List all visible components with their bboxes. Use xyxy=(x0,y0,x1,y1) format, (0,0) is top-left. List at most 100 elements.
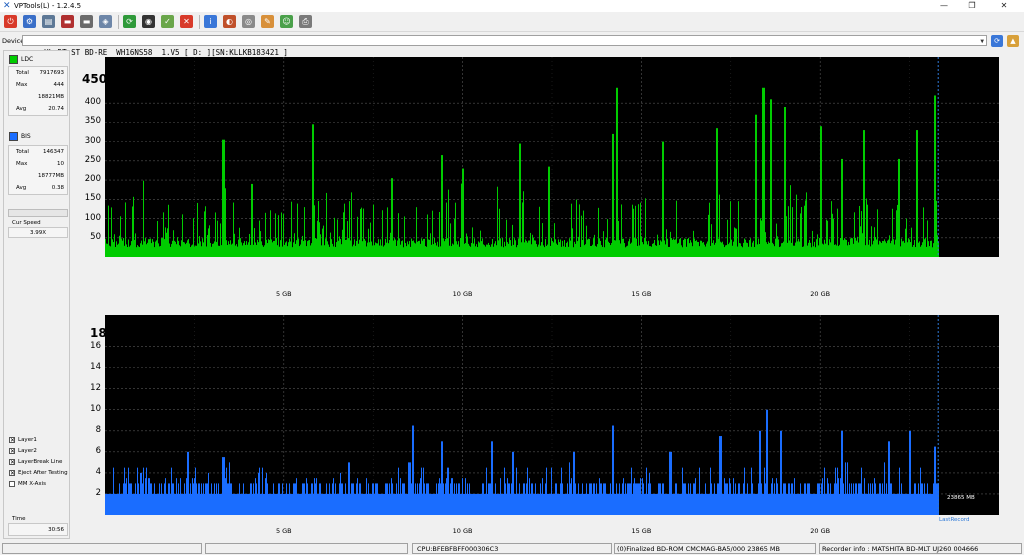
data-bar xyxy=(312,124,313,257)
lock-icon[interactable]: ▲ xyxy=(1007,35,1019,47)
x-tick-label: 15 GB xyxy=(631,527,652,535)
stop-icon[interactable]: ✕ xyxy=(180,15,193,28)
y-tick-label: 150 xyxy=(84,193,101,204)
data-bar xyxy=(898,158,899,257)
minimize-icon[interactable]: — xyxy=(930,0,958,12)
ldc-size: 18821MB xyxy=(37,94,64,100)
data-bar xyxy=(784,107,785,257)
option-layer2[interactable]: ✕ Layer2 xyxy=(9,446,37,457)
data-bar xyxy=(790,185,791,257)
y-tick-label: 350 xyxy=(84,116,101,127)
data-bar xyxy=(222,139,223,257)
bis-size: 18777MB xyxy=(37,173,64,179)
y-tick-label: 100 xyxy=(84,212,101,223)
data-bar xyxy=(764,87,765,257)
speed-value: 3.99X xyxy=(8,227,68,238)
ldc-color-swatch xyxy=(9,55,18,64)
bis-max-label: Max xyxy=(16,161,28,167)
y-tick-label: 14 xyxy=(90,361,101,372)
bis-total-label: Total xyxy=(16,149,29,155)
option-label: Eject After Testing xyxy=(18,470,68,476)
ldc-avg: 20.74 xyxy=(48,106,64,112)
toolbar-separator xyxy=(199,15,200,29)
chevron-down-icon[interactable]: ▼ xyxy=(980,36,984,47)
refresh-device-icon[interactable]: ⟳ xyxy=(991,35,1003,47)
data-bar xyxy=(899,158,900,257)
checkbox[interactable] xyxy=(9,480,15,487)
data-bar xyxy=(519,143,520,257)
bis-max: 10 xyxy=(57,161,64,167)
left-panel: LDC Total 7917693 Max 444 18821MB Avg 20.74… xyxy=(3,50,70,539)
checkbox[interactable]: ✕ xyxy=(9,447,15,454)
toolbar-separator xyxy=(118,15,119,29)
option-mm-x-axis[interactable]: MM X-Axis xyxy=(9,479,46,490)
last-record-label: LastRecord xyxy=(939,517,970,523)
time-value: 30:56 xyxy=(8,523,68,536)
data-bar xyxy=(771,99,772,257)
bis-total: 146347 xyxy=(43,149,64,155)
app-icon: ✕ xyxy=(3,1,11,11)
check-icon[interactable]: ✓ xyxy=(161,15,174,28)
refresh-icon[interactable]: ⟳ xyxy=(123,15,136,28)
checkbox[interactable]: ✕ xyxy=(9,469,15,476)
data-bar xyxy=(225,188,226,257)
power-icon[interactable]: ⏻ xyxy=(4,15,17,28)
data-bar xyxy=(763,87,764,257)
scan-icon[interactable]: ◈ xyxy=(99,15,112,28)
option-eject-after-testing[interactable]: ✕ Eject After Testing xyxy=(9,468,68,479)
data-bar xyxy=(820,126,821,257)
data-bar xyxy=(756,114,757,257)
time-label: Time xyxy=(12,516,26,522)
drive-icon[interactable]: ▬ xyxy=(80,15,93,28)
data-bar xyxy=(755,114,756,257)
burn-icon[interactable]: ◐ xyxy=(223,15,236,28)
data-bar xyxy=(916,130,917,257)
ldc-total-label: Total xyxy=(16,70,29,76)
status-bar: CPU:BFEBFBFF000306C3 (0)Finalized BD-ROM… xyxy=(0,541,1024,555)
checkbox[interactable]: ✕ xyxy=(9,458,15,465)
settings-icon[interactable]: ⚙ xyxy=(23,15,36,28)
data-bar xyxy=(548,166,549,257)
maximize-icon[interactable]: ❐ xyxy=(958,0,986,12)
y-tick-label: 4 xyxy=(95,466,101,477)
speed-label: Cur Speed xyxy=(12,220,41,226)
status-cell-1 xyxy=(2,543,202,554)
disc-icon[interactable]: ◉ xyxy=(142,15,155,28)
device-select[interactable]: HL-DT-ST BD-RE WH16NS58 1.V5 [ D: ][SN:K… xyxy=(22,35,987,57)
y-tick-label: 16 xyxy=(90,340,101,351)
close-icon[interactable]: ✕ xyxy=(990,0,1018,12)
media-icon[interactable]: ◎ xyxy=(242,15,255,28)
data-bar xyxy=(864,130,865,257)
y-tick-label: 200 xyxy=(84,174,101,185)
y-tick-label: 400 xyxy=(84,97,101,108)
info-icon[interactable]: i xyxy=(204,15,217,28)
paint-icon[interactable]: ✎ xyxy=(261,15,274,28)
y-tick-label: 250 xyxy=(84,154,101,165)
data-bar xyxy=(934,95,935,257)
data-bar xyxy=(392,178,393,257)
data-bar xyxy=(716,128,717,257)
monitor-icon[interactable]: ▤ xyxy=(42,15,55,28)
data-bar xyxy=(612,133,613,257)
bis-size-annotation: 23865 MB xyxy=(947,495,975,501)
checkbox[interactable]: ✕ xyxy=(9,436,15,443)
data-bar xyxy=(520,143,521,257)
data-bar xyxy=(616,87,617,257)
ldc-total: 7917693 xyxy=(39,70,65,76)
x-tick-label: 10 GB xyxy=(452,290,473,298)
option-layerbreak-line[interactable]: ✕ LayerBreak Line xyxy=(9,457,62,468)
y-tick-label: 8 xyxy=(95,424,101,435)
printer-icon[interactable]: ⎙ xyxy=(299,15,312,28)
data-bar xyxy=(842,158,843,257)
data-bar xyxy=(391,178,392,257)
ldc-stats: Total 7917693 Max 444 18821MB Avg 20.74 xyxy=(8,66,68,116)
user-icon[interactable]: ☺ xyxy=(280,15,293,28)
option-layer1[interactable]: ✕ Layer1 xyxy=(9,435,37,446)
y-tick-label: 300 xyxy=(84,135,101,146)
disc-drive-icon[interactable]: ▬ xyxy=(61,15,74,28)
data-bar xyxy=(441,155,442,257)
data-bar xyxy=(863,130,864,257)
x-tick-label: 15 GB xyxy=(631,290,652,298)
data-bar xyxy=(224,139,225,257)
window-title: VPTools(L) - 1.2.4.5 xyxy=(14,2,82,10)
